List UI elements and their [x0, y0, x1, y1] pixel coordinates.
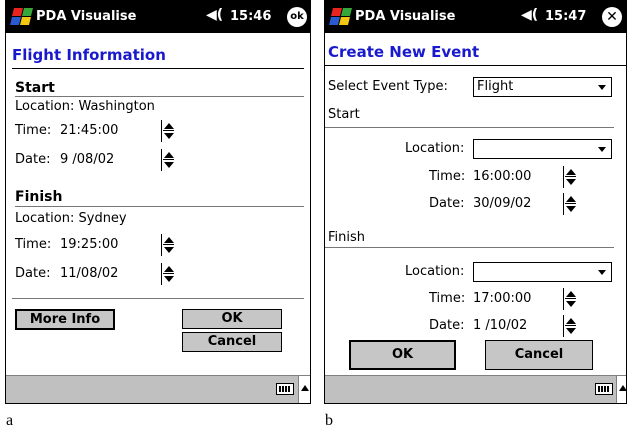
- finish-time-label: Time:: [15, 237, 52, 252]
- finish-date-value[interactable]: 1 /10/02: [473, 318, 527, 333]
- app-title: PDA Visualise: [355, 9, 456, 24]
- title-divider: [325, 65, 626, 66]
- caption-b: b: [325, 412, 333, 429]
- clock[interactable]: 15:47: [545, 9, 586, 24]
- finish-date-spinner-icon[interactable]: [563, 315, 576, 337]
- finish-date-spinner-icon[interactable]: [161, 263, 174, 285]
- clock[interactable]: 15:46: [230, 9, 271, 24]
- page-title: Create New Event: [328, 43, 480, 61]
- title-bar: PDA Visualise ◀︎( 15:46 ok: [6, 1, 310, 33]
- finish-date-label: Date:: [429, 318, 465, 333]
- chevron-down-icon: [598, 147, 606, 152]
- taskbar: [325, 375, 626, 403]
- finish-date-label: Date:: [15, 266, 51, 281]
- start-time-label: Time:: [15, 123, 52, 138]
- start-date-spinner-icon[interactable]: [563, 193, 576, 215]
- input-menu-arrow-icon[interactable]: [616, 376, 626, 403]
- finish-location-select[interactable]: [473, 262, 612, 282]
- event-type-value: Flight: [477, 79, 514, 94]
- title-bar: PDA Visualise ◀︎( 15:47 ✕: [325, 1, 626, 33]
- more-info-button[interactable]: More Info: [15, 309, 115, 330]
- screen-a-flight-information: PDA Visualise ◀︎( 15:46 ok Flight Inform…: [5, 0, 311, 404]
- cancel-button[interactable]: Cancel: [485, 340, 593, 370]
- start-divider: [15, 96, 304, 97]
- start-date-label: Date:: [429, 196, 465, 211]
- finish-time-spinner-icon[interactable]: [161, 234, 174, 256]
- start-date-value[interactable]: 9 /08/02: [60, 152, 114, 167]
- windows-start-icon[interactable]: [10, 6, 33, 28]
- finish-date-value[interactable]: 11/08/02: [60, 266, 118, 281]
- chevron-down-icon: [598, 85, 606, 90]
- close-icon[interactable]: ✕: [602, 7, 622, 27]
- finish-location-label: Location:: [405, 264, 465, 279]
- windows-start-icon[interactable]: [329, 6, 352, 28]
- finish-heading: Finish: [15, 189, 63, 205]
- taskbar: [6, 375, 310, 403]
- start-location-label: Location:: [405, 141, 465, 156]
- ok-button[interactable]: OK: [349, 340, 456, 370]
- input-menu-arrow-icon[interactable]: [298, 376, 310, 403]
- start-heading: Start: [15, 80, 55, 96]
- finish-time-value[interactable]: 19:25:00: [60, 237, 118, 252]
- buttons-divider: [12, 298, 304, 299]
- app-title: PDA Visualise: [36, 9, 137, 24]
- event-type-label: Select Event Type:: [328, 79, 448, 94]
- start-time-label: Time:: [429, 169, 466, 184]
- start-divider: [325, 127, 614, 128]
- start-time-spinner-icon[interactable]: [161, 120, 174, 142]
- start-date-spinner-icon[interactable]: [161, 149, 174, 171]
- start-heading: Start: [328, 107, 360, 122]
- keyboard-icon[interactable]: [276, 383, 294, 395]
- keyboard-icon[interactable]: [595, 383, 613, 395]
- start-time-value[interactable]: 16:00:00: [473, 169, 531, 184]
- finish-divider: [15, 206, 304, 207]
- speaker-icon[interactable]: ◀︎(: [521, 7, 538, 23]
- title-divider: [12, 68, 304, 69]
- cancel-button[interactable]: Cancel: [182, 332, 282, 352]
- finish-divider: [325, 247, 614, 248]
- finish-time-label: Time:: [429, 291, 466, 306]
- finish-heading: Finish: [328, 230, 366, 245]
- finish-time-spinner-icon[interactable]: [563, 288, 576, 310]
- finish-time-value[interactable]: 17:00:00: [473, 291, 531, 306]
- caption-a: a: [6, 412, 14, 429]
- start-time-spinner-icon[interactable]: [563, 166, 576, 188]
- page-title: Flight Information: [12, 46, 166, 64]
- event-type-select[interactable]: Flight: [473, 77, 612, 97]
- start-date-value[interactable]: 30/09/02: [473, 196, 531, 211]
- start-time-value[interactable]: 21:45:00: [60, 123, 118, 138]
- ok-close-button[interactable]: ok: [287, 7, 307, 27]
- screen-b-create-new-event: PDA Visualise ◀︎( 15:47 ✕ Create New Eve…: [324, 0, 627, 404]
- ok-button[interactable]: OK: [182, 309, 282, 329]
- start-location: Location: Washington: [15, 99, 155, 114]
- start-location-select[interactable]: [473, 139, 612, 159]
- start-date-label: Date:: [15, 152, 51, 167]
- chevron-down-icon: [598, 270, 606, 275]
- finish-location: Location: Sydney: [15, 211, 127, 226]
- speaker-icon[interactable]: ◀︎(: [206, 7, 223, 23]
